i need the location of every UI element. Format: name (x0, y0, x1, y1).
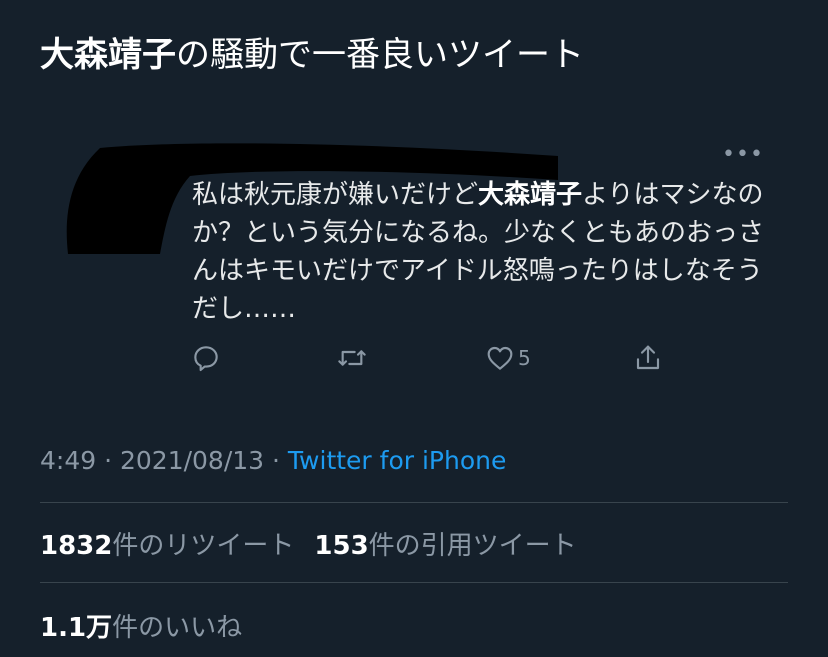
likes-stats-row: 1.1万件のいいね (40, 607, 242, 644)
retweets-label: 件のリツイート (112, 531, 295, 561)
quotes-count: 153 (314, 531, 369, 561)
tweet-date: 2021/08/13 (119, 446, 265, 475)
like-count: 5 (518, 346, 531, 370)
retweet-stats-row: 1832件のリツイート 153件の引用ツイート (40, 525, 577, 562)
divider (40, 582, 788, 583)
reply-button[interactable] (190, 342, 222, 374)
tweet-source-link[interactable]: Twitter for iPhone (288, 446, 506, 475)
like-button[interactable]: 5 (484, 342, 531, 374)
tweet-action-bar: 5 (0, 342, 828, 382)
like-icon (487, 346, 513, 370)
title-name: 大森靖子 (40, 35, 176, 75)
quotes-label: 件の引用ツイート (368, 531, 577, 561)
retweets-link[interactable]: 1832件のリツイート (40, 531, 294, 561)
likes-count: 1.1万 (40, 613, 113, 643)
quote-text-bold: 大森靖子 (478, 180, 583, 210)
share-icon (636, 345, 660, 370)
share-button[interactable] (632, 342, 664, 374)
quote-text-before: 私は秋元康が嫌いだけど (192, 180, 479, 210)
retweet-button[interactable] (336, 342, 368, 374)
likes-label: 件のいいね (112, 613, 243, 643)
reply-icon (194, 346, 218, 372)
divider (40, 502, 788, 503)
quoted-tweet-text: 私は秋元康が嫌いだけど大森靖子よりはマシなのか？という気分になるね。少なくともあ… (192, 176, 772, 328)
page-title: 大森靖子の騒動で一番良いツイート (40, 30, 584, 80)
meta-separator: · (264, 446, 288, 475)
likes-link[interactable]: 1.1万件のいいね (40, 613, 242, 643)
tweet-meta: 4:49 · 2021/08/13 · Twitter for iPhone (40, 446, 506, 475)
retweet-icon (338, 350, 366, 366)
quotes-link[interactable]: 153件の引用ツイート (314, 531, 576, 561)
more-options-icon[interactable]: ••• (722, 144, 764, 166)
tweet-time: 4:49 (40, 446, 97, 475)
retweets-count: 1832 (40, 531, 113, 561)
meta-separator: · (96, 446, 120, 475)
title-rest: の騒動で一番良いツイート (176, 35, 584, 75)
